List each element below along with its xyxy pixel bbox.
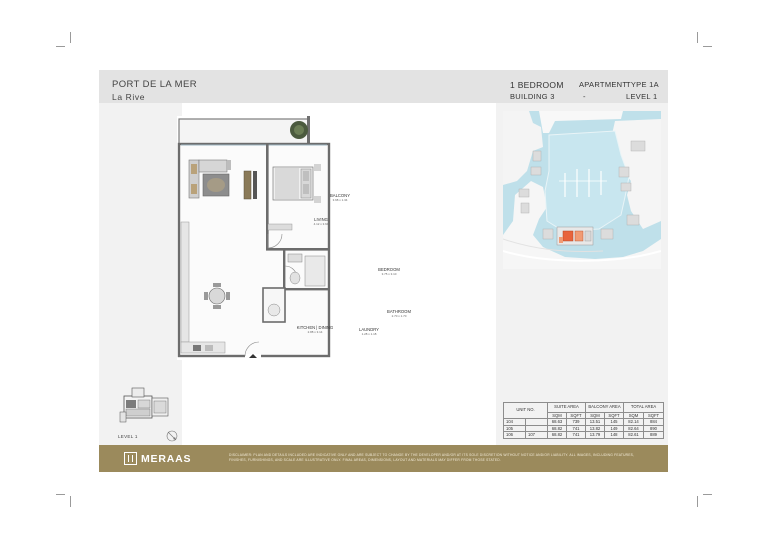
brand-name: MERAAS: [141, 452, 192, 465]
footer-bar: MERAAS DISCLAIMER: PLAN AND DETAILS INCL…: [99, 445, 668, 472]
crop-mark: [56, 494, 65, 495]
crop-mark: [70, 32, 71, 43]
suite-area-header: SUITE AREA: [546, 402, 587, 413]
room-dim: 3.75 x 3.10: [381, 272, 397, 276]
room-dim: 4.12 x 3.64: [313, 222, 329, 226]
unit-type: 1 BEDROOM: [510, 80, 564, 90]
balcony-sqm: 13.79: [585, 431, 606, 439]
unit-number-alt: 107: [525, 431, 548, 439]
unit-no-header: UNIT NO.: [503, 402, 548, 419]
level-label: LEVEL 1: [626, 92, 658, 101]
crop-mark: [56, 46, 65, 47]
total-sqm: 82.61: [623, 431, 645, 439]
category-label: APARTMENT: [579, 80, 628, 89]
floor-plan-drawing: [177, 116, 351, 360]
room-dim: 3.68 x 1.34: [332, 198, 348, 202]
balcony-sqft: 148: [604, 431, 625, 439]
disclaimer-text: DISCLAIMER: PLAN AND DETAILS INCLUDED AR…: [229, 453, 635, 462]
project-name: PORT DE LA MER: [112, 79, 197, 90]
development-name: La Rive: [112, 92, 146, 102]
room-label-bathroom: BATHROOM 2.70 x 1.70: [376, 309, 422, 319]
dash-label: -: [583, 92, 586, 101]
total-sqft: 889: [643, 431, 665, 439]
total-area-header: TOTAL AREA: [623, 402, 665, 413]
crop-mark: [703, 46, 712, 47]
crop-mark: [697, 496, 698, 507]
keyplan-level-label: LEVEL 1: [118, 434, 138, 439]
sheet-header: PORT DE LA MER La Rive 1 BEDROOM BUILDIN…: [99, 70, 668, 103]
room-dim: 1.28 x 1.18: [361, 332, 377, 336]
room-label-balcony: BALCONY 3.68 x 1.34: [270, 193, 410, 203]
balcony-area-header: BALCONY AREA: [585, 402, 625, 413]
building-label: BUILDING 3: [510, 92, 555, 101]
meraas-logo: MERAAS: [124, 452, 191, 465]
room-dim: 2.88 x 3.14: [307, 330, 323, 334]
key-plan: [119, 387, 169, 423]
room-label-bedroom: BEDROOM 3.75 x 3.10: [366, 267, 412, 277]
site-location-map: [503, 111, 661, 269]
crop-mark: [697, 32, 698, 43]
room-dim: 2.70 x 1.70: [391, 314, 407, 318]
room-label-living: LIVING 4.12 x 3.64: [296, 217, 346, 227]
room-label-laundry: LAUNDRY 1.28 x 1.18: [353, 327, 385, 337]
unit-area-table: UNIT NO. SUITE AREA BALCONY AREA TOTAL A…: [503, 402, 665, 439]
unit-number: 106: [503, 431, 526, 439]
crop-mark: [70, 496, 71, 507]
table-header-row: UNIT NO. SUITE AREA BALCONY AREA TOTAL A…: [503, 402, 665, 419]
meraas-logo-icon: [124, 452, 137, 465]
type-label: TYPE 1A: [626, 80, 659, 89]
room-label-kitchen-dining: KITCHEN | DINING 2.88 x 3.14: [287, 325, 343, 335]
table-row: 106 107 68.82 741 13.79 148 82.61 889: [503, 431, 665, 439]
north-arrow-icon: [166, 430, 178, 442]
crop-mark: [703, 494, 712, 495]
suite-sqft: 741: [565, 431, 587, 439]
suite-sqm: 68.82: [547, 431, 567, 439]
